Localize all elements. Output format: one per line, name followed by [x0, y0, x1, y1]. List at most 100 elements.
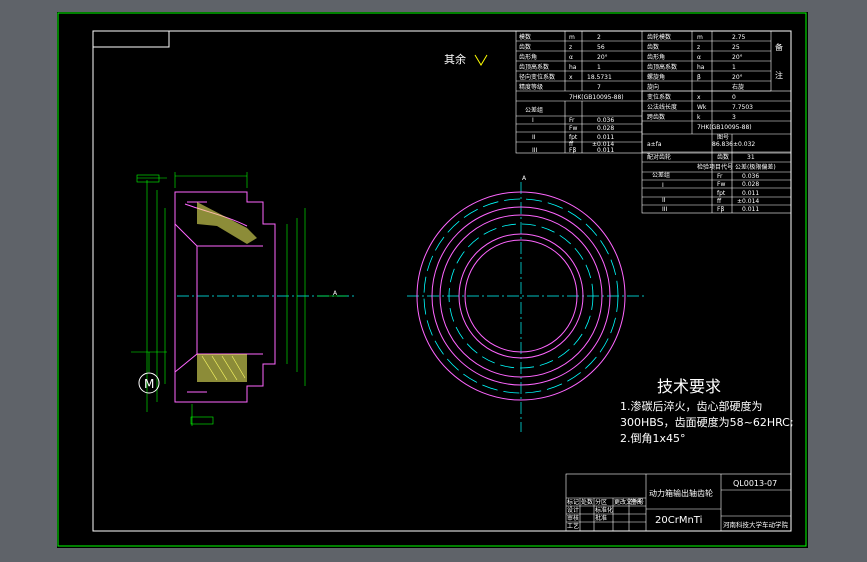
- rt-r0-0: 变位系数: [647, 93, 671, 101]
- cell-r0-2: 2: [597, 34, 601, 41]
- rt-check-value: 公差(极限偏差): [735, 163, 776, 171]
- title-block-text: 动力箱输出轴齿轮 QL0013-07 20CrMnTi 河南科技大学车动学院 标…: [567, 479, 789, 530]
- cell-r2-3: 齿形角: [647, 53, 665, 61]
- tb-label-10: 批准: [595, 514, 607, 522]
- cell-r5-5: 右旋: [732, 83, 744, 91]
- remark-label-1: 备: [775, 42, 783, 52]
- inner-frame: [92, 30, 792, 532]
- cell-r1-2: 56: [597, 44, 605, 51]
- rt-g4-sym: Fβ: [717, 206, 724, 213]
- tb-label-0: 标记: [567, 498, 579, 506]
- rt-g1-sym: Fw: [717, 181, 725, 188]
- g0-val: 0.036: [597, 117, 614, 124]
- bore-circle: [464, 239, 578, 353]
- cell-r3-3: 齿顶高系数: [647, 63, 677, 71]
- rt-g0-val: 0.036: [742, 173, 759, 180]
- gear-group-label: 公差组: [525, 106, 543, 114]
- cell-r1-5: 25: [732, 44, 740, 51]
- rt-r1-1: Wk: [697, 104, 707, 111]
- drawing-title: 动力箱输出轴齿轮: [649, 488, 713, 498]
- rt-g0-group: I: [662, 182, 664, 189]
- cell-r3-5: 1: [732, 64, 736, 71]
- dimension-lines: [131, 172, 347, 426]
- rt-r2-2: 3: [732, 114, 736, 121]
- front-datum-label: A: [522, 175, 527, 182]
- section-hatching: [197, 202, 257, 382]
- cell-r5-0: 精度等级: [519, 83, 543, 91]
- cell-r2-2: 20°: [597, 54, 608, 61]
- cell-r4-4: β: [697, 74, 701, 81]
- gear-standard: 7HK(GB10095-88): [569, 94, 624, 101]
- tb-label-9: 标准化: [595, 506, 613, 514]
- cell-r1-3: 齿数: [647, 43, 659, 51]
- rt-mating-0-0: 图号: [717, 134, 729, 141]
- tb-label-2: 分区: [595, 498, 607, 506]
- rt-standard: 7HK(GB10095-88): [697, 124, 752, 131]
- cell-r0-3: 齿轮模数: [647, 33, 671, 41]
- rt-r0-2: 0: [732, 94, 736, 101]
- cell-r1-0: 齿数: [519, 43, 531, 51]
- cell-r2-4: α: [697, 54, 701, 61]
- rt-r2-0: 跨齿数: [647, 113, 665, 121]
- school-name: 河南科技大学车动学院: [723, 520, 789, 529]
- cell-r1-1: z: [569, 44, 572, 51]
- rt-check-label: 检验项目代号: [697, 163, 733, 171]
- cell-r4-3: 螺旋角: [647, 73, 665, 81]
- g0-group: I: [532, 117, 534, 124]
- rt-r1-0: 公法线长度: [647, 103, 677, 111]
- cell-r3-2: 1: [597, 64, 601, 71]
- drawing-number: QL0013-07: [733, 479, 777, 488]
- symbol-m-label: M: [144, 377, 154, 391]
- tech-line-3: 2.倒角1x45°: [620, 432, 686, 445]
- rt-g2-group: II: [662, 197, 666, 204]
- cell-r4-0: 径向变位系数: [519, 73, 555, 81]
- rt-mating-1-0: 齿数: [717, 153, 729, 161]
- g4-sym: Fβ: [569, 147, 576, 154]
- rt-g2-val: 0.011: [742, 190, 759, 197]
- rt-center-label: a±fa: [647, 141, 662, 148]
- rt-mating-label: 配对齿轮: [647, 153, 671, 161]
- tb-label-6: 设计: [567, 506, 579, 514]
- rt-g3-val: ±0.014: [737, 198, 759, 205]
- rt-mating-1-1: 31: [747, 154, 755, 161]
- g1-val: 0.028: [597, 125, 614, 132]
- material: 20CrMnTi: [655, 515, 702, 526]
- tb-label-1: 处数: [581, 498, 593, 506]
- cell-r0-5: 2.75: [732, 34, 746, 41]
- corner-box: [92, 30, 170, 48]
- drawing-sheet: 其余 模数 m 2 齿轮模数 m 2.75 齿数 z 56 齿数 z 25 齿形…: [57, 12, 808, 548]
- g4-val: 0.011: [597, 147, 614, 154]
- cell-r0-4: m: [697, 34, 703, 41]
- rt-r2-1: k: [697, 114, 701, 121]
- cell-r3-0: 齿顶高系数: [519, 63, 549, 71]
- cell-r0-1: m: [569, 34, 575, 41]
- cell-r2-0: 齿形角: [519, 53, 537, 61]
- front-view: A: [407, 175, 645, 432]
- cell-r5-2: 7: [597, 84, 601, 91]
- rt-r0-1: x: [697, 94, 701, 101]
- cell-r3-1: ha: [569, 64, 577, 71]
- cad-drawing: 其余 模数 m 2 齿轮模数 m 2.75 齿数 z 56 齿数 z 25 齿形…: [57, 12, 807, 547]
- tb-label-7: 审核: [567, 514, 579, 522]
- g0-sym: Fr: [569, 117, 575, 124]
- roughness-symbol: [474, 54, 488, 66]
- rt-center-value: 86.836±0.032: [712, 141, 755, 148]
- cell-r2-5: 20°: [732, 54, 743, 61]
- tb-label-8: 工艺: [567, 522, 579, 530]
- tech-line-1: 1.渗碳后淬火，齿心部硬度为: [620, 399, 763, 413]
- g1-sym: Fw: [569, 125, 577, 132]
- outer-frame: [57, 12, 807, 547]
- cell-r0-0: 模数: [519, 33, 531, 41]
- roughness-note: 其余: [444, 52, 466, 66]
- tech-line-2: 300HBS，齿面硬度为58~62HRC;: [620, 415, 794, 429]
- cell-r4-1: x: [569, 74, 573, 81]
- g2-sym: fpt: [569, 134, 578, 141]
- tech-heading: 技术要求: [657, 377, 721, 396]
- cell-r5-3: 旋向: [647, 83, 659, 91]
- rt-g2-sym: fpt: [717, 190, 726, 197]
- rt-r1-2: 7.7503: [732, 104, 753, 111]
- cell-r4-2: 18.5731: [587, 74, 612, 81]
- g4-group: III: [532, 147, 538, 154]
- cell-r1-4: z: [697, 44, 700, 51]
- g2-group: II: [532, 134, 536, 141]
